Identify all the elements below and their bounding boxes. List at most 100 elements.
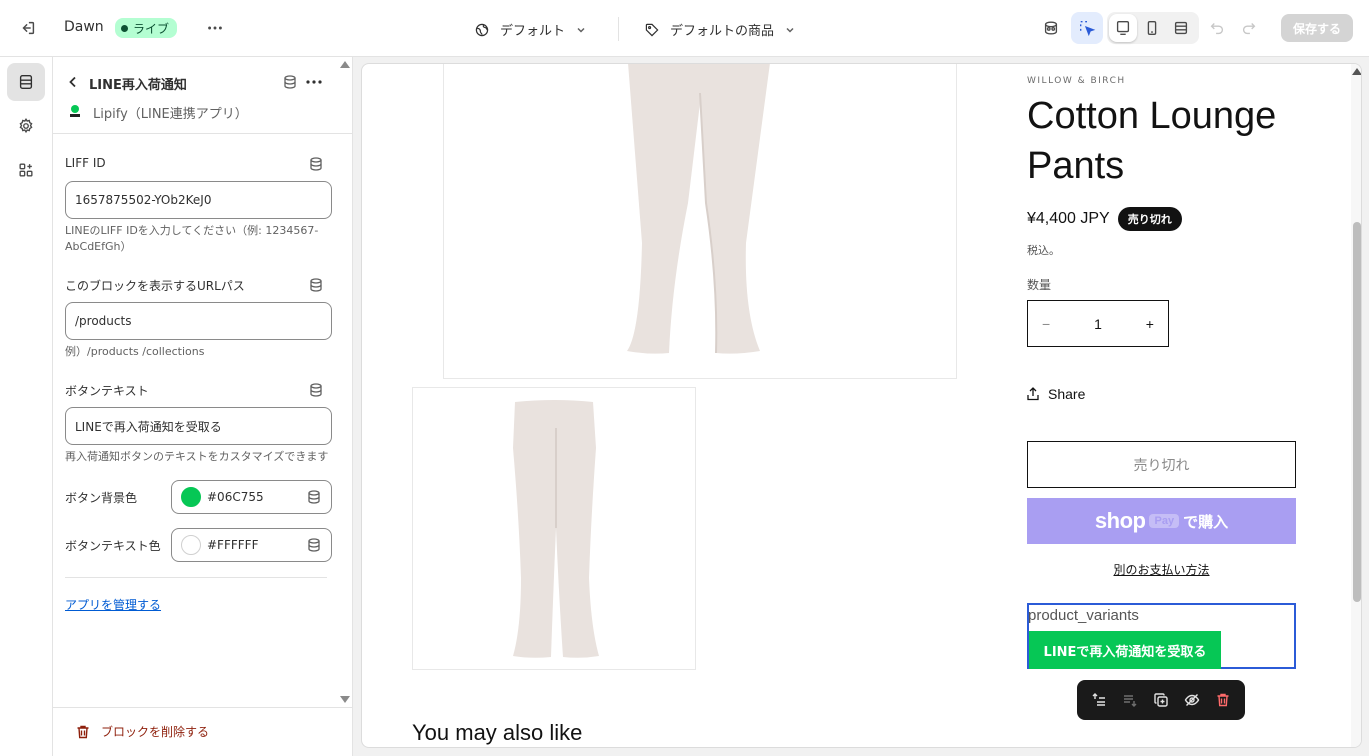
save-button[interactable]: 保存する — [1281, 14, 1353, 42]
trash-icon — [77, 725, 89, 738]
template-dropdown-label: デフォルト — [500, 24, 566, 39]
move-down-icon[interactable] — [1116, 686, 1144, 714]
button-text-input[interactable]: LINEで再入荷通知を受取る — [65, 407, 332, 445]
button-fg-swatch[interactable] — [181, 535, 201, 555]
line-restock-button[interactable]: LINEで再入荷通知を受取る — [1029, 631, 1221, 669]
button-text-help: 再入荷通知ボタンのテキストをカスタマイズできます — [65, 450, 329, 463]
soldout-badge: 売り切れ — [1117, 207, 1182, 231]
also-like-heading: You may also like — [412, 720, 583, 745]
live-badge: ライブ — [115, 18, 178, 38]
quantity-stepper: − 1 + — [1027, 300, 1169, 347]
product-dropdown-label: デフォルトの商品 — [670, 24, 775, 39]
quantity-value[interactable]: 1 — [1094, 316, 1102, 332]
viewport-switcher — [1107, 12, 1199, 44]
more-icon[interactable] — [199, 12, 231, 44]
mobile-view-icon[interactable] — [1138, 14, 1166, 42]
shoppay-pay-badge: Pay — [1149, 514, 1180, 528]
settings-panel: LINE再入荷通知 Lipify（LINE連携アプリ） LIFF ID 1657… — [53, 57, 353, 756]
delete-block-label: ブロックを削除する — [101, 725, 210, 739]
button-bg-color-field[interactable]: #06C755 — [171, 480, 332, 514]
manage-app-link[interactable]: アプリを管理する — [65, 596, 161, 613]
chevron-down-icon — [577, 27, 585, 33]
quantity-label: 数量 — [1027, 278, 1052, 292]
dynamic-source-icon[interactable] — [306, 537, 322, 553]
dynamic-source-icon[interactable] — [306, 489, 322, 505]
product-dropdown[interactable]: デフォルトの商品 — [644, 20, 796, 39]
hide-icon[interactable] — [1178, 686, 1206, 714]
button-text-label: ボタンテキスト — [65, 384, 149, 398]
dynamic-source-icon[interactable] — [308, 277, 324, 297]
product-title: Cotton Lounge Pants — [1027, 95, 1277, 187]
soldout-button[interactable]: 売り切れ — [1027, 441, 1296, 488]
top-bar: Dawn ライブ デフォルト デフォルトの商品 保存する — [0, 0, 1369, 57]
lipify-logo-icon — [67, 103, 83, 119]
back-chevron-icon[interactable] — [65, 74, 81, 90]
select-cursor-icon[interactable] — [1071, 12, 1103, 44]
product-price: ¥4,400 JPY — [1027, 210, 1110, 227]
shoppay-label: で購入 — [1183, 512, 1229, 531]
button-bg-label: ボタン背景色 — [65, 491, 138, 505]
storefront-preview: WILLOW & BIRCH Cotton Lounge Pants ¥4,40… — [361, 63, 1362, 748]
product-main-image[interactable] — [443, 64, 957, 379]
product-thumbnail-image[interactable] — [412, 387, 696, 670]
button-bg-swatch[interactable] — [181, 487, 201, 507]
dynamic-source-icon[interactable] — [308, 156, 324, 176]
url-path-input[interactable]: /products — [65, 302, 332, 340]
sections-icon[interactable] — [7, 63, 45, 101]
url-path-label: このブロックを表示するURLパス — [65, 279, 245, 293]
scroll-down-arrow[interactable] — [340, 696, 350, 703]
chevron-down-icon — [786, 27, 794, 33]
share-button[interactable]: Share — [1026, 386, 1085, 402]
app-block-selected[interactable]: product_variants LINEで再入荷通知を受取る — [1027, 603, 1296, 669]
button-fg-value: #FFFFFF — [207, 538, 259, 552]
minus-icon[interactable]: − — [1042, 316, 1050, 332]
delete-trash-icon[interactable] — [1209, 686, 1237, 714]
undo-icon[interactable] — [1201, 12, 1233, 44]
live-badge-label: ライブ — [133, 21, 170, 36]
shoppay-button[interactable]: shop Pay で購入 — [1027, 498, 1296, 544]
move-up-icon[interactable] — [1085, 686, 1113, 714]
tag-icon — [645, 23, 659, 36]
tax-note: 税込。 — [1027, 244, 1060, 257]
settings-gear-icon[interactable] — [7, 107, 45, 145]
exit-icon[interactable] — [12, 12, 44, 44]
live-dot — [121, 24, 128, 32]
button-fg-label: ボタンテキスト色 — [65, 539, 161, 553]
dynamic-source-icon[interactable] — [282, 74, 298, 94]
globe-icon — [475, 23, 489, 36]
share-label: Share — [1048, 386, 1086, 402]
dynamic-source-icon[interactable] — [308, 382, 324, 402]
preview-scrollbar[interactable] — [1351, 64, 1361, 747]
duplicate-icon[interactable] — [1147, 686, 1175, 714]
liff-id-label: LIFF ID — [65, 156, 106, 170]
divider — [65, 577, 327, 578]
scrollbar-thumb[interactable] — [1353, 222, 1361, 602]
app-block-name: product_variants — [1028, 607, 1139, 624]
left-rail — [0, 57, 53, 756]
block-toolbar — [1077, 680, 1245, 720]
url-path-help: 例）/products /collections — [65, 345, 205, 358]
app-name: Lipify（LINE連携アプリ） — [93, 107, 248, 122]
shoppay-word: shop — [1094, 508, 1146, 533]
delete-block-button[interactable]: ブロックを削除する — [75, 723, 209, 740]
button-fg-color-field[interactable]: #FFFFFF — [171, 528, 332, 562]
other-payment-link[interactable]: 別のお支払い方法 — [1027, 561, 1296, 578]
desktop-view-icon[interactable] — [1109, 14, 1137, 42]
scroll-up-arrow[interactable] — [340, 61, 350, 68]
fullwidth-view-icon[interactable] — [1167, 14, 1195, 42]
divider — [53, 707, 352, 708]
plus-icon[interactable]: + — [1146, 316, 1154, 332]
inspector-icon[interactable] — [1035, 12, 1067, 44]
product-vendor: WILLOW & BIRCH — [1027, 76, 1126, 86]
divider — [53, 133, 352, 134]
price-row: ¥4,400 JPY 売り切れ — [1027, 207, 1182, 231]
share-icon — [1027, 387, 1039, 401]
apps-icon[interactable] — [7, 151, 45, 189]
redo-icon[interactable] — [1233, 12, 1265, 44]
template-dropdown[interactable]: デフォルト — [474, 20, 587, 39]
divider — [618, 17, 619, 41]
block-more-icon[interactable] — [305, 74, 323, 90]
liff-id-input[interactable]: 1657875502-YOb2KeJ0 — [65, 181, 332, 219]
scroll-up-arrow[interactable] — [1352, 68, 1361, 75]
block-title: LINE再入荷通知 — [89, 78, 187, 93]
